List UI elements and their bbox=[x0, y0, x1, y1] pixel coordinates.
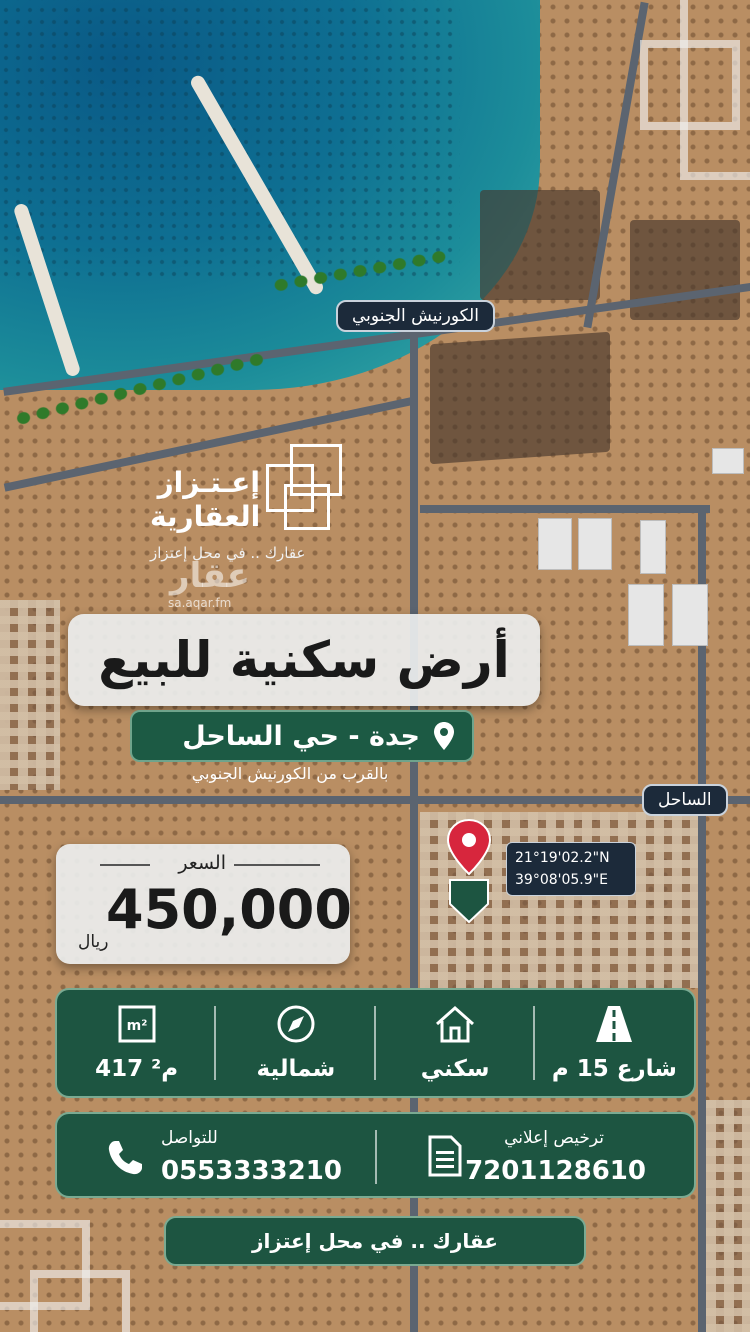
compass-icon bbox=[277, 1005, 315, 1043]
document-icon bbox=[428, 1135, 462, 1177]
plot-location-pin-icon bbox=[446, 818, 492, 924]
price-label: السعر bbox=[178, 852, 226, 874]
roof bbox=[672, 584, 708, 646]
feature-facing: شمالية bbox=[216, 990, 376, 1096]
page-title: أرض سكنية للبيع bbox=[98, 631, 510, 689]
phone-number[interactable]: 0553333210 bbox=[161, 1156, 342, 1186]
location-note: بالقرب من الكورنيش الجنوبي bbox=[191, 764, 389, 783]
logo-square-icon bbox=[284, 484, 330, 530]
watermark-url: sa.aqar.fm bbox=[168, 596, 232, 610]
phone-label: للتواصل bbox=[161, 1128, 218, 1148]
roof bbox=[578, 518, 612, 570]
road bbox=[420, 505, 710, 513]
phone-icon[interactable] bbox=[105, 1138, 145, 1178]
price-card: السعر 450,000 ريال bbox=[56, 844, 352, 964]
roof bbox=[712, 448, 744, 474]
feature-type: سكني bbox=[376, 990, 536, 1096]
street-label-sahel: الساحل bbox=[642, 784, 728, 816]
license-label: ترخيص إعلاني bbox=[504, 1128, 604, 1148]
feature-area: m² 417 م² bbox=[57, 990, 217, 1096]
dark-field bbox=[480, 190, 600, 300]
title-card: أرض سكنية للبيع bbox=[68, 614, 540, 706]
area-m2-icon: m² bbox=[118, 1005, 156, 1043]
logo-name-line2: العقارية bbox=[150, 500, 261, 533]
roof bbox=[538, 518, 572, 570]
road-icon bbox=[596, 1006, 633, 1042]
roof bbox=[640, 520, 666, 574]
sahel-road bbox=[0, 796, 750, 804]
street-label-corniche: الكورنيش الجنوبي bbox=[336, 300, 495, 332]
watermark-brand: عقار bbox=[170, 556, 251, 596]
location-card: جدة - حي الساحل bbox=[130, 710, 474, 762]
feature-value: شمالية bbox=[256, 1056, 336, 1082]
feature-value: 417 م² bbox=[95, 1056, 179, 1082]
price-value: 450,000 bbox=[106, 878, 352, 941]
decorative-square bbox=[30, 1270, 130, 1332]
residential-blocks bbox=[706, 1100, 750, 1332]
location-label: جدة - حي الساحل bbox=[182, 720, 420, 752]
roof bbox=[628, 584, 664, 646]
residential-blocks bbox=[0, 600, 60, 790]
contact-card: ترخيص إعلاني 7201128610 للتواصل 05533332… bbox=[55, 1112, 696, 1198]
map-pin-icon bbox=[434, 722, 454, 750]
logo-name-line1: إعـتـزاز bbox=[157, 466, 260, 499]
license-number: 7201128610 bbox=[465, 1156, 646, 1186]
house-icon bbox=[436, 1005, 475, 1043]
coordinates-box: 21°19'02.2"N 39°08'05.9"E bbox=[506, 842, 636, 896]
features-card: شارع 15 م سكني شمالية m² 417 م² bbox=[55, 988, 696, 1098]
price-currency: ريال bbox=[78, 932, 109, 952]
svg-text:m²: m² bbox=[126, 1018, 147, 1034]
dark-field bbox=[430, 331, 610, 465]
longitude: 39°08'05.9"E bbox=[515, 872, 608, 888]
decorative-square bbox=[680, 0, 750, 180]
feature-value: سكني bbox=[420, 1056, 490, 1082]
slogan-banner: عقارك .. في محل إعتزاز bbox=[164, 1216, 586, 1266]
feature-value: شارع 15 م bbox=[551, 1056, 677, 1082]
feature-street-width: شارع 15 م bbox=[535, 990, 694, 1096]
latitude: 21°19'02.2"N bbox=[515, 850, 610, 866]
